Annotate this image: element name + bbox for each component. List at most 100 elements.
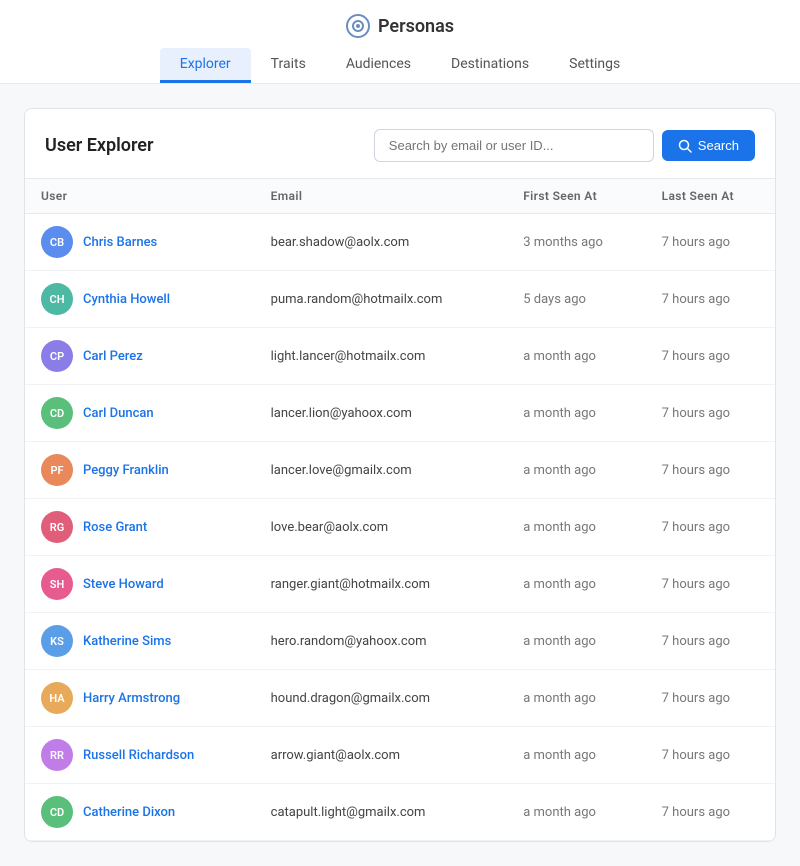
table-row[interactable]: RG Rose Grant love.bear@aolx.com a month… <box>25 499 775 556</box>
user-email: catapult.light@gmailx.com <box>255 784 508 841</box>
avatar: CD <box>41 796 73 828</box>
avatar: CP <box>41 340 73 372</box>
user-email: lancer.lion@yahoox.com <box>255 385 508 442</box>
user-email: ranger.giant@hotmailx.com <box>255 556 508 613</box>
nav-tab-audiences[interactable]: Audiences <box>326 48 431 83</box>
user-name[interactable]: Catherine Dixon <box>83 805 175 820</box>
user-cell: CP Carl Perez <box>25 328 255 385</box>
user-cell: CD Carl Duncan <box>25 385 255 442</box>
table-row[interactable]: CD Catherine Dixon catapult.light@gmailx… <box>25 784 775 841</box>
nav-tab-traits[interactable]: Traits <box>251 48 326 83</box>
last-seen-at: 7 hours ago <box>646 214 775 271</box>
search-input[interactable] <box>374 129 654 162</box>
last-seen-at: 7 hours ago <box>646 271 775 328</box>
first-seen-at: a month ago <box>507 385 645 442</box>
brand-icon <box>346 14 370 38</box>
top-navigation: Personas ExplorerTraitsAudiencesDestinat… <box>0 0 800 84</box>
user-name[interactable]: Steve Howard <box>83 577 164 592</box>
first-seen-at: 3 months ago <box>507 214 645 271</box>
table-row[interactable]: CP Carl Perez light.lancer@hotmailx.com … <box>25 328 775 385</box>
last-seen-at: 7 hours ago <box>646 499 775 556</box>
table-row[interactable]: HA Harry Armstrong hound.dragon@gmailx.c… <box>25 670 775 727</box>
user-email: arrow.giant@aolx.com <box>255 727 508 784</box>
first-seen-at: a month ago <box>507 556 645 613</box>
table-header-row: User Email First Seen At Last Seen At <box>25 179 775 214</box>
avatar: CD <box>41 397 73 429</box>
last-seen-at: 7 hours ago <box>646 328 775 385</box>
avatar: HA <box>41 682 73 714</box>
user-name[interactable]: Cynthia Howell <box>83 292 170 307</box>
brand-name: Personas <box>378 16 454 37</box>
users-table: User Email First Seen At Last Seen At CB… <box>25 178 775 841</box>
user-name[interactable]: Harry Armstrong <box>83 691 180 706</box>
table-row[interactable]: SH Steve Howard ranger.giant@hotmailx.co… <box>25 556 775 613</box>
col-first-seen: First Seen At <box>507 179 645 214</box>
avatar: CB <box>41 226 73 258</box>
user-cell: KS Katherine Sims <box>25 613 255 670</box>
table-row[interactable]: CD Carl Duncan lancer.lion@yahoox.com a … <box>25 385 775 442</box>
table-row[interactable]: RR Russell Richardson arrow.giant@aolx.c… <box>25 727 775 784</box>
user-name[interactable]: Katherine Sims <box>83 634 171 649</box>
user-cell: CD Catherine Dixon <box>25 784 255 841</box>
search-button[interactable]: Search <box>662 130 755 161</box>
user-name[interactable]: Russell Richardson <box>83 748 194 763</box>
user-email: hound.dragon@gmailx.com <box>255 670 508 727</box>
nav-tab-settings[interactable]: Settings <box>549 48 640 83</box>
user-name[interactable]: Carl Perez <box>83 349 143 364</box>
col-user: User <box>25 179 255 214</box>
last-seen-at: 7 hours ago <box>646 613 775 670</box>
first-seen-at: 5 days ago <box>507 271 645 328</box>
search-icon <box>678 139 692 153</box>
last-seen-at: 7 hours ago <box>646 727 775 784</box>
col-email: Email <box>255 179 508 214</box>
user-email: puma.random@hotmailx.com <box>255 271 508 328</box>
last-seen-at: 7 hours ago <box>646 784 775 841</box>
table-row[interactable]: CH Cynthia Howell puma.random@hotmailx.c… <box>25 271 775 328</box>
avatar: RG <box>41 511 73 543</box>
first-seen-at: a month ago <box>507 499 645 556</box>
avatar: KS <box>41 625 73 657</box>
main-content: User Explorer Search User Email First Se… <box>0 84 800 866</box>
user-cell: RG Rose Grant <box>25 499 255 556</box>
user-name[interactable]: Carl Duncan <box>83 406 154 421</box>
card-title: User Explorer <box>45 135 153 156</box>
first-seen-at: a month ago <box>507 442 645 499</box>
last-seen-at: 7 hours ago <box>646 670 775 727</box>
user-cell: CH Cynthia Howell <box>25 271 255 328</box>
nav-tab-explorer[interactable]: Explorer <box>160 48 251 83</box>
avatar: RR <box>41 739 73 771</box>
first-seen-at: a month ago <box>507 328 645 385</box>
user-name[interactable]: Peggy Franklin <box>83 463 169 478</box>
first-seen-at: a month ago <box>507 784 645 841</box>
avatar: CH <box>41 283 73 315</box>
brand-bar: Personas <box>346 0 454 48</box>
table-row[interactable]: CB Chris Barnes bear.shadow@aolx.com 3 m… <box>25 214 775 271</box>
user-email: lancer.love@gmailx.com <box>255 442 508 499</box>
card-header: User Explorer Search <box>25 109 775 178</box>
user-email: love.bear@aolx.com <box>255 499 508 556</box>
table-row[interactable]: KS Katherine Sims hero.random@yahoox.com… <box>25 613 775 670</box>
user-email: hero.random@yahoox.com <box>255 613 508 670</box>
last-seen-at: 7 hours ago <box>646 442 775 499</box>
user-cell: PF Peggy Franklin <box>25 442 255 499</box>
user-explorer-card: User Explorer Search User Email First Se… <box>24 108 776 842</box>
search-area: Search <box>374 129 755 162</box>
user-cell: HA Harry Armstrong <box>25 670 255 727</box>
avatar: PF <box>41 454 73 486</box>
nav-tabs: ExplorerTraitsAudiencesDestinationsSetti… <box>160 48 641 83</box>
first-seen-at: a month ago <box>507 613 645 670</box>
last-seen-at: 7 hours ago <box>646 556 775 613</box>
table-body: CB Chris Barnes bear.shadow@aolx.com 3 m… <box>25 214 775 841</box>
last-seen-at: 7 hours ago <box>646 385 775 442</box>
user-email: light.lancer@hotmailx.com <box>255 328 508 385</box>
first-seen-at: a month ago <box>507 727 645 784</box>
avatar: SH <box>41 568 73 600</box>
user-cell: SH Steve Howard <box>25 556 255 613</box>
user-cell: RR Russell Richardson <box>25 727 255 784</box>
user-name[interactable]: Rose Grant <box>83 520 147 535</box>
col-last-seen: Last Seen At <box>646 179 775 214</box>
user-cell: CB Chris Barnes <box>25 214 255 271</box>
user-name[interactable]: Chris Barnes <box>83 235 157 250</box>
table-row[interactable]: PF Peggy Franklin lancer.love@gmailx.com… <box>25 442 775 499</box>
nav-tab-destinations[interactable]: Destinations <box>431 48 549 83</box>
